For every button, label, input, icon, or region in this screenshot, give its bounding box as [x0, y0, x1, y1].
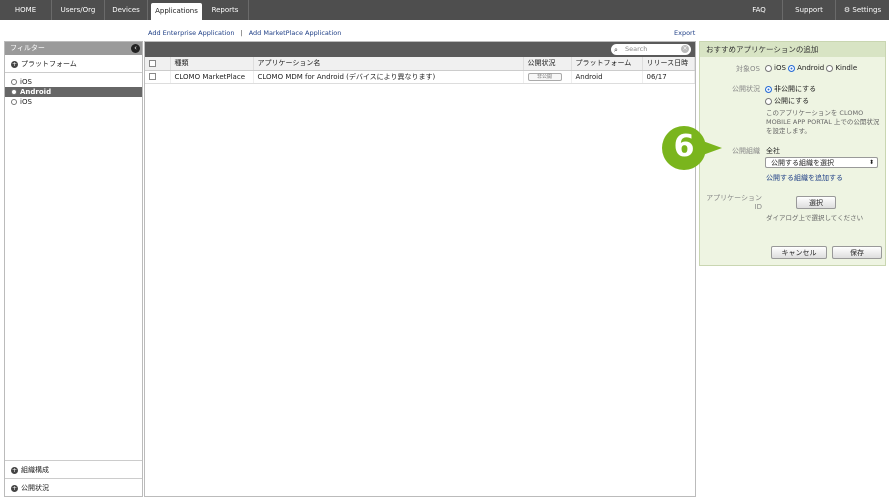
- radio-public[interactable]: [765, 97, 772, 105]
- radio-ios[interactable]: [765, 64, 772, 72]
- os-option-label: Kindle: [835, 64, 858, 72]
- radio-icon: [11, 89, 17, 95]
- status-option-public[interactable]: 公開にする: [765, 96, 809, 106]
- org-select[interactable]: 公開する組織を選択 ⬍: [765, 157, 878, 168]
- link-separator: |: [240, 29, 243, 37]
- org-value: 全社: [766, 147, 780, 155]
- step-callout-badge: 6: [662, 126, 706, 170]
- os-options: iOS Android Kindle: [765, 64, 857, 72]
- column-type[interactable]: 種類: [170, 57, 254, 71]
- nav-users-org[interactable]: Users/Org: [52, 0, 105, 20]
- platform-section[interactable]: + プラットフォーム: [5, 55, 142, 73]
- search-icon: ⌕: [614, 46, 618, 54]
- expand-icon: +: [11, 60, 18, 68]
- chevron-updown-icon: ⬍: [868, 159, 874, 166]
- row-platform: Android: [571, 70, 643, 84]
- search-input[interactable]: ⌕ Search ×: [611, 44, 691, 55]
- publish-section-label: 公開状況: [21, 484, 49, 492]
- column-app-name[interactable]: アプリケーション名: [253, 57, 524, 71]
- column-status[interactable]: 公開状況: [523, 57, 572, 71]
- select-all-header: [145, 57, 171, 71]
- publish-section[interactable]: + 公開状況: [5, 478, 142, 496]
- radio-icon: [11, 79, 17, 85]
- platform-item-ios[interactable]: iOS: [5, 77, 142, 87]
- expand-icon: +: [11, 466, 18, 474]
- platform-item-android[interactable]: Android: [5, 87, 142, 97]
- row-app-name: CLOMO MDM for Android (デバイスにより異なります): [253, 70, 524, 84]
- export-link[interactable]: Export: [674, 29, 695, 37]
- list-toolbar: ⌕ Search ×: [145, 42, 695, 57]
- save-button[interactable]: 保存: [832, 246, 882, 259]
- row-checkbox[interactable]: [149, 73, 156, 80]
- nav-support[interactable]: Support: [783, 0, 836, 20]
- radio-android[interactable]: [788, 64, 796, 72]
- action-links: Add Enterprise Application | Add MarketPla…: [148, 29, 341, 37]
- os-option-label: Android: [797, 64, 825, 72]
- sidebar-header: フィルター ‹: [5, 42, 142, 55]
- os-option-label: iOS: [774, 64, 786, 72]
- add-recommended-app-panel: おすすめアプリケーションの追加 対象OS iOS Android Kindle …: [699, 41, 886, 266]
- status-note: このアプリケーションを CLOMO MOBILE APP PORTAL 上での公…: [766, 109, 880, 135]
- org-section[interactable]: + 組織構成: [5, 460, 142, 478]
- radio-private[interactable]: [765, 85, 772, 93]
- nav-settings[interactable]: ⚙ Settings: [836, 0, 889, 20]
- select-button[interactable]: 選択: [796, 196, 836, 209]
- panel-title: おすすめアプリケーションの追加: [700, 42, 885, 57]
- search-placeholder: Search: [625, 45, 648, 53]
- row-release: 06/17: [642, 70, 695, 84]
- top-navigation-bar: HOME Users/Org Devices Applications Repo…: [0, 0, 889, 20]
- gear-icon: ⚙: [843, 6, 851, 14]
- org-select-value: 公開する組織を選択: [771, 159, 834, 167]
- application-table: 種類 アプリケーション名 公開状況 プラットフォーム リリース日時 CLOMO …: [145, 57, 695, 84]
- row-type: CLOMO MarketPlace: [170, 70, 254, 84]
- sidebar-title: フィルター: [10, 44, 45, 52]
- add-enterprise-link[interactable]: Add Enterprise Application: [148, 29, 234, 37]
- platform-item-ios-2[interactable]: iOS: [5, 97, 142, 107]
- platform-label: Android: [20, 88, 52, 96]
- nav-applications[interactable]: Applications: [151, 3, 202, 20]
- sidebar-bottom-sections: + 組織構成 + 公開状況: [5, 460, 142, 496]
- platform-section-label: プラットフォーム: [21, 60, 77, 68]
- os-label: 対象OS: [736, 65, 760, 73]
- select-note: ダイアログ上で選択してください: [766, 214, 864, 222]
- nav-devices[interactable]: Devices: [105, 0, 148, 20]
- collapse-left-icon[interactable]: ‹: [131, 44, 140, 53]
- platform-label: iOS: [20, 78, 32, 86]
- column-release[interactable]: リリース日時: [642, 57, 695, 71]
- cancel-button[interactable]: キャンセル: [771, 246, 827, 259]
- nav-home[interactable]: HOME: [0, 0, 52, 20]
- select-all-checkbox[interactable]: [149, 59, 156, 67]
- table-header-row: 種類 アプリケーション名 公開状況 プラットフォーム リリース日時: [145, 57, 695, 71]
- org-section-label: 組織構成: [21, 466, 49, 474]
- status-option-label: 公開にする: [774, 97, 810, 105]
- nav-settings-label: Settings: [852, 6, 882, 14]
- radio-icon: [11, 99, 17, 105]
- clear-icon[interactable]: ×: [681, 45, 689, 53]
- column-platform[interactable]: プラットフォーム: [571, 57, 643, 71]
- platform-label: iOS: [20, 98, 32, 106]
- radio-kindle[interactable]: [826, 64, 834, 72]
- status-option-label: 非公開にする: [774, 85, 817, 93]
- add-marketplace-link[interactable]: Add MarketPlace Application: [249, 29, 342, 37]
- nav-reports[interactable]: Reports: [202, 0, 249, 20]
- application-list-panel: ⌕ Search × 種類 アプリケーション名 公開状況 プラットフォーム リリ…: [144, 41, 696, 497]
- nav-faq[interactable]: FAQ: [736, 0, 783, 20]
- status-label: 公開状況: [732, 85, 760, 93]
- expand-icon: +: [11, 484, 18, 492]
- status-badge: 非公開: [527, 73, 562, 81]
- table-row[interactable]: CLOMO MarketPlace CLOMO MDM for Android …: [145, 70, 695, 84]
- appid-label: アプリケーションID: [706, 194, 762, 211]
- status-option-private[interactable]: 非公開にする: [765, 84, 816, 94]
- filter-sidebar: フィルター ‹ + プラットフォーム iOS Android iOS + 組織構成 …: [4, 41, 143, 497]
- add-org-link[interactable]: 公開する組織を追加する: [766, 173, 843, 183]
- row-select-cell: [145, 70, 171, 84]
- row-status-cell: 非公開: [523, 70, 572, 84]
